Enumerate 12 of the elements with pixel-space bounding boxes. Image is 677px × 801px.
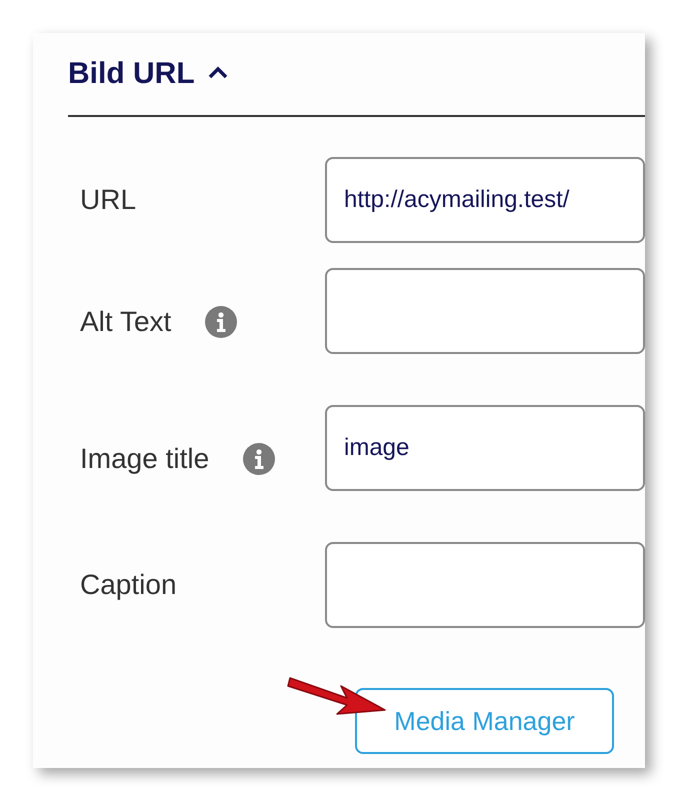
info-icon[interactable] <box>243 443 276 475</box>
field-label: URL <box>80 186 136 214</box>
section-title: Bild URL <box>68 56 195 92</box>
text-field[interactable] <box>325 542 645 628</box>
field-label: Image title <box>80 445 210 473</box>
field-label: Caption <box>80 571 177 599</box>
field-label: Alt Text <box>80 308 172 336</box>
text-field[interactable] <box>325 268 645 354</box>
text-field[interactable]: image <box>325 405 645 491</box>
caret-icon[interactable] <box>206 66 229 80</box>
text-field[interactable]: http://acymailing.test/ <box>325 157 645 243</box>
info-icon[interactable] <box>205 306 238 338</box>
